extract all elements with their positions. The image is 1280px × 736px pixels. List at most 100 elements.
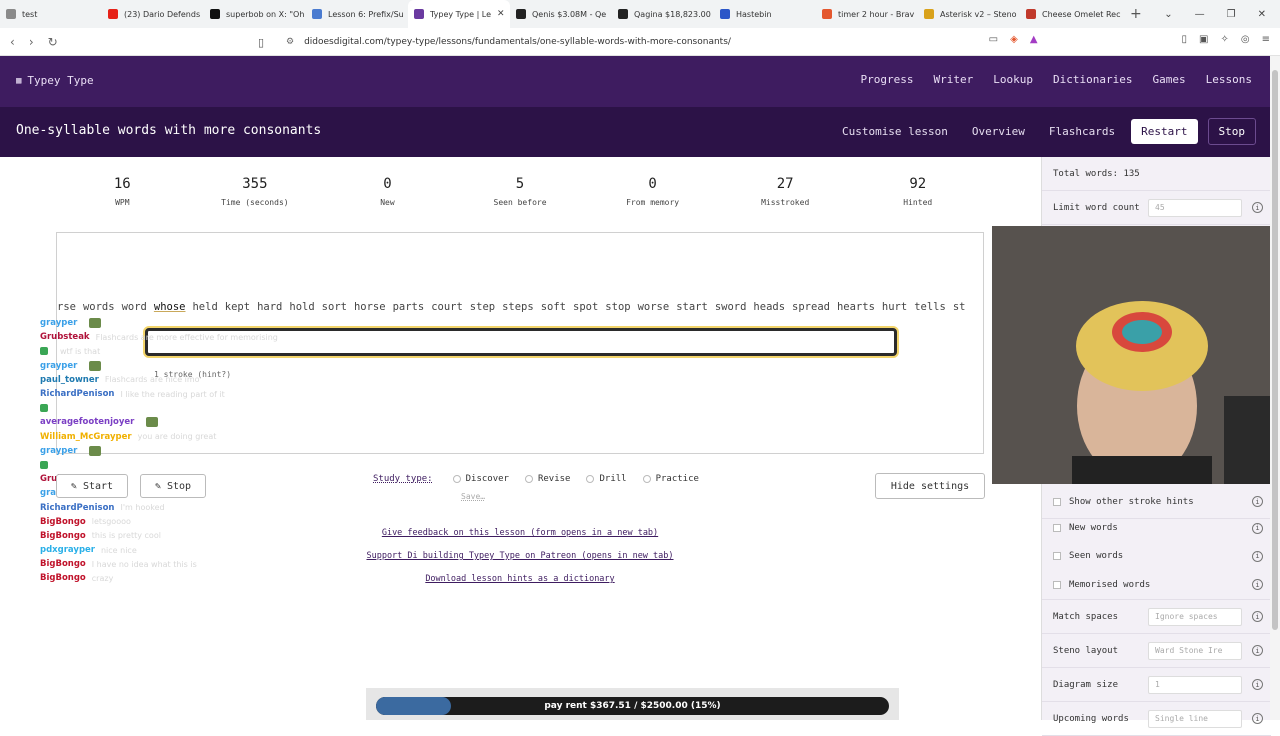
browser-tab[interactable]: Hastebin bbox=[714, 0, 816, 28]
browser-tab[interactable]: superbob on X: "Oh bbox=[204, 0, 306, 28]
browser-tab[interactable]: Qagina $18,823.00 bbox=[612, 0, 714, 28]
stat-value: 355 bbox=[242, 176, 268, 192]
vpn-icon[interactable]: ◎ bbox=[1241, 34, 1250, 45]
site-info-icon[interactable]: ⚙ bbox=[286, 37, 294, 47]
goal-progress-bar: pay rent $367.51 / $2500.00 (15%) bbox=[376, 697, 889, 715]
close-window-icon[interactable]: ✕ bbox=[1258, 9, 1266, 20]
ai-icon[interactable]: ✧ bbox=[1220, 34, 1228, 45]
favicon-icon bbox=[822, 9, 832, 19]
word: sort bbox=[321, 301, 347, 313]
browser-tab[interactable]: test bbox=[0, 0, 102, 28]
brand-name: Typey Type bbox=[27, 74, 94, 87]
lesson-nav: Customise lesson Overview Flashcards Res… bbox=[830, 118, 1256, 145]
start-button-label: Start bbox=[82, 480, 114, 492]
lesson-link[interactable]: Support Di building Typey Type on Patreo… bbox=[340, 551, 700, 574]
info-icon[interactable]: i bbox=[1252, 645, 1263, 656]
checkbox[interactable] bbox=[1053, 552, 1061, 560]
start-button[interactable]: ✎ Start bbox=[56, 474, 128, 498]
nav-link-progress[interactable]: Progress bbox=[861, 73, 914, 86]
minimize-icon[interactable]: — bbox=[1195, 9, 1205, 20]
info-icon[interactable]: i bbox=[1252, 679, 1263, 690]
chat-username: RichardPenison bbox=[40, 389, 115, 400]
study-type-practice[interactable]: Practice bbox=[642, 474, 699, 484]
upcoming-words-label: Upcoming words bbox=[1053, 713, 1129, 724]
save-link[interactable]: Save… bbox=[461, 492, 485, 501]
browser-tab[interactable]: timer 2 hour - Brav bbox=[816, 0, 918, 28]
chat-message: RichardPenison I'm hooked bbox=[40, 500, 340, 514]
word: sword bbox=[714, 301, 747, 313]
scrollbar-thumb[interactable] bbox=[1272, 70, 1278, 630]
nav-link-writer[interactable]: Writer bbox=[934, 73, 974, 86]
chat-text: you are doing great bbox=[137, 432, 217, 442]
browser-tab[interactable]: Qenis $3.08M - Qe bbox=[510, 0, 612, 28]
nav-link-lessons[interactable]: Lessons bbox=[1206, 73, 1252, 86]
chat-username: grayper bbox=[40, 445, 78, 456]
maximize-icon[interactable]: ❐ bbox=[1227, 9, 1236, 20]
tab-list-icon[interactable]: ⌄ bbox=[1164, 9, 1172, 20]
customise-lesson-link[interactable]: Customise lesson bbox=[830, 125, 960, 138]
browser-tab[interactable]: Lesson 6: Prefix/Su bbox=[306, 0, 408, 28]
stat-value: 27 bbox=[776, 176, 794, 192]
checkbox[interactable] bbox=[1053, 524, 1061, 532]
stop-lesson-button[interactable]: Stop bbox=[1207, 118, 1256, 145]
tab-title: Cheese Omelet Rec bbox=[1042, 9, 1121, 19]
lesson-link[interactable]: Download lesson hints as a dictionary bbox=[340, 574, 700, 597]
browser-tab[interactable]: Typey Type | Le ✕ bbox=[408, 0, 510, 28]
diagram-size-input[interactable]: 1 bbox=[1148, 675, 1242, 694]
chat-message: BigBongo crazy bbox=[40, 571, 340, 585]
tab-title: Asterisk v2 – Steno bbox=[940, 9, 1017, 19]
nav-link-dictionaries[interactable]: Dictionaries bbox=[1053, 73, 1132, 86]
address-bar[interactable]: ⚙ didoesdigital.com/typey-type/lessons/f… bbox=[286, 32, 1026, 52]
overview-link[interactable]: Overview bbox=[960, 125, 1037, 138]
browser-tab[interactable]: Cheese Omelet Rec bbox=[1020, 0, 1122, 28]
new-tab-icon[interactable]: + bbox=[1130, 6, 1142, 22]
lesson-header: One-syllable words with more consonants … bbox=[0, 107, 1270, 157]
emote-icon bbox=[89, 360, 102, 371]
info-icon[interactable]: i bbox=[1252, 579, 1263, 590]
bookmark-icon[interactable]: ▯ bbox=[258, 36, 264, 49]
brand[interactable]: ▦ Typey Type bbox=[16, 74, 94, 87]
info-icon[interactable]: i bbox=[1252, 202, 1263, 213]
word: word bbox=[121, 301, 147, 313]
lesson-link[interactable]: Give feedback on this lesson (form opens… bbox=[340, 528, 700, 551]
browser-tab[interactable]: Asterisk v2 – Steno bbox=[918, 0, 1020, 28]
study-type-discover[interactable]: Discover bbox=[452, 474, 509, 484]
hide-settings-button[interactable]: Hide settings bbox=[875, 473, 985, 499]
nav-link-games[interactable]: Games bbox=[1153, 73, 1186, 86]
favicon-icon bbox=[210, 9, 220, 19]
stop-button[interactable]: ✎ Stop bbox=[140, 474, 206, 498]
forward-icon[interactable]: › bbox=[29, 35, 34, 49]
info-icon[interactable]: i bbox=[1252, 611, 1263, 622]
checkbox[interactable] bbox=[1053, 580, 1061, 589]
info-icon[interactable]: i bbox=[1252, 713, 1263, 724]
flashcards-link[interactable]: Flashcards bbox=[1037, 125, 1127, 138]
wallet-icon[interactable]: ▣ bbox=[1199, 34, 1208, 45]
steno-layout-select[interactable]: Ward Stone Ire bbox=[1148, 641, 1242, 660]
brave-shield-icon[interactable]: ◈ bbox=[1010, 34, 1018, 45]
upcoming-words-select[interactable]: Single line bbox=[1148, 709, 1242, 728]
checkbox[interactable] bbox=[1053, 497, 1061, 506]
study-type-revise[interactable]: Revise bbox=[524, 474, 570, 484]
emote-icon bbox=[146, 417, 159, 428]
page-scrollbar[interactable] bbox=[1270, 56, 1280, 720]
screen-icon[interactable]: ▭ bbox=[989, 34, 998, 45]
info-icon[interactable]: i bbox=[1252, 522, 1263, 534]
word: step bbox=[469, 301, 496, 313]
info-icon[interactable]: i bbox=[1252, 550, 1263, 562]
seen-words-row: Seen words i bbox=[1042, 542, 1271, 570]
browser-tab[interactable]: (23) Dario Defends bbox=[102, 0, 204, 28]
back-icon[interactable]: ‹ bbox=[10, 35, 15, 49]
match-spaces-select[interactable]: Ignore spaces bbox=[1148, 607, 1242, 626]
reload-icon[interactable]: ↻ bbox=[48, 35, 58, 49]
restart-button[interactable]: Restart bbox=[1131, 119, 1198, 144]
sidebar-icon[interactable]: ▯ bbox=[1182, 34, 1188, 45]
info-icon[interactable]: i bbox=[1252, 496, 1263, 507]
stat-label: New bbox=[380, 198, 395, 207]
rewards-icon[interactable]: ▲ bbox=[1030, 34, 1038, 45]
menu-icon[interactable]: ≡ bbox=[1262, 34, 1270, 45]
limit-word-count-input[interactable]: 45 bbox=[1148, 198, 1242, 217]
close-tab-icon[interactable]: ✕ bbox=[497, 9, 505, 19]
chat-message: RichardPenison I like the reading part of… bbox=[40, 387, 340, 401]
study-type-drill[interactable]: Drill bbox=[586, 474, 627, 484]
nav-link-lookup[interactable]: Lookup bbox=[993, 73, 1033, 86]
